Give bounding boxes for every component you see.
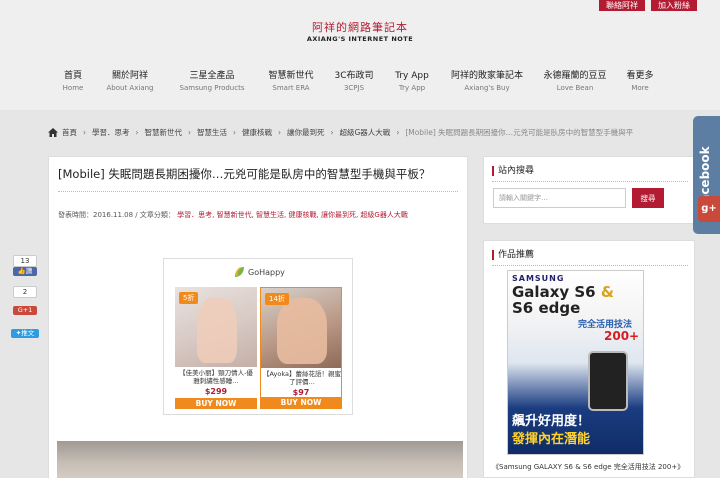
- breadcrumb-item[interactable]: 學習．思考: [92, 127, 130, 138]
- breadcrumb-separator: ›: [83, 127, 86, 137]
- article-hero-image: [57, 441, 463, 478]
- search-input[interactable]: [493, 188, 626, 208]
- breadcrumb-item[interactable]: 健康核戰: [242, 127, 272, 138]
- leaf-icon: [235, 267, 244, 277]
- article-date: 發表時間：2016.11.08 /: [58, 211, 138, 219]
- buy-now-button[interactable]: BUY NOW: [261, 397, 341, 408]
- article-categories[interactable]: 學習．思考, 智慧新世代, 智慧生活, 健康核戰, 讓你最到死, 超級G器人大戰: [177, 211, 408, 219]
- fb-like-count: 13: [13, 255, 37, 267]
- nav-item-home[interactable]: 首頁 Home: [63, 70, 84, 94]
- site-logo-subtitle: AXIANG'S INTERNET NOTE: [306, 35, 414, 43]
- ad-product-caption: 【佳美小丽】頸刀情人-優雅刺繡性感睡…: [179, 369, 253, 385]
- article-title[interactable]: [Mobile] 失眠問題長期困擾你…元兇可能是臥房中的智慧型手機與平板？: [58, 166, 460, 182]
- site-logo-title[interactable]: 阿祥的網路筆記本: [0, 19, 720, 35]
- article-meta: 發表時間：2016.11.08 / 文章分類： 學習．思考, 智慧新世代, 智慧…: [58, 207, 460, 223]
- breadcrumb-item[interactable]: 智慧新世代: [145, 127, 183, 138]
- breadcrumb-item[interactable]: 讓你最到死: [287, 127, 325, 138]
- breadcrumb-separator: ›: [188, 127, 191, 137]
- breadcrumb-home[interactable]: 首頁: [62, 127, 77, 138]
- nav-item-smart-era[interactable]: 智慧新世代 Smart ERA: [268, 70, 313, 94]
- ad-product-card[interactable]: 5折 【佳美小丽】頸刀情人-優雅刺繡性感睡… $299 BUY NOW: [175, 287, 257, 409]
- ad-banner[interactable]: GoHappy 5折 【佳美小丽】頸刀情人-優雅刺繡性感睡… $299 BUY …: [163, 258, 353, 415]
- book-widget: 作品推薦 SAMSUNG Galaxy S6 & S6 edge 完全活用技法 …: [483, 240, 695, 478]
- book-brand: SAMSUNG: [512, 274, 565, 283]
- search-widget-title: 站內搜尋: [492, 166, 534, 176]
- ad-product-price: $299: [204, 387, 228, 396]
- gplus-button[interactable]: G+1: [13, 306, 37, 315]
- book-caption[interactable]: 《Samsung GALAXY S6 & S6 edge 完全活用技法 200+…: [492, 462, 688, 472]
- discount-badge: 14折: [265, 293, 289, 305]
- buy-now-button[interactable]: BUY NOW: [175, 398, 257, 409]
- article-card: [Mobile] 失眠問題長期困擾你…元兇可能是臥房中的智慧型手機與平板？ 發表…: [48, 156, 468, 478]
- nav-item-3cpjs[interactable]: 3C布政司 3CPJS: [334, 70, 373, 94]
- gplus-count: 2: [13, 286, 37, 298]
- book-count: 200+: [604, 329, 640, 343]
- book-widget-title: 作品推薦: [492, 250, 534, 260]
- breadcrumb-separator: ›: [278, 127, 281, 137]
- breadcrumb-separator: ›: [330, 127, 334, 137]
- phone-illustration: [588, 351, 628, 411]
- breadcrumb-item[interactable]: 智慧生活: [197, 127, 227, 138]
- book-title: Galaxy S6 & S6 edge: [512, 283, 614, 317]
- widget-divider: [492, 265, 688, 266]
- tweet-button[interactable]: ✦推文: [11, 329, 39, 338]
- contact-button[interactable]: 聯絡阿祥: [599, 0, 645, 11]
- ad-product-price: $97: [292, 388, 310, 397]
- join-fans-button[interactable]: 加入粉絲: [651, 0, 697, 11]
- breadcrumb-separator: ›: [396, 127, 400, 137]
- nav-item-more[interactable]: 看更多 More: [626, 70, 653, 94]
- discount-badge: 5折: [179, 292, 199, 304]
- nav-item-samsung[interactable]: 三星全產品 Samsung Products: [180, 70, 245, 94]
- ad-product-caption: 【Ayoka】蕾絲花語！親蜜了評價…: [263, 370, 341, 386]
- thumbs-up-icon: 👍: [17, 267, 26, 275]
- ad-product-card[interactable]: 14折 【Ayoka】蕾絲花語！親蜜了評價… $97 BUY NOW: [260, 287, 342, 409]
- search-button[interactable]: 搜尋: [632, 188, 664, 208]
- gplus-float-tab[interactable]: g+: [698, 196, 720, 222]
- fb-like-button[interactable]: 👍讚: [13, 267, 37, 276]
- nav-item-about[interactable]: 關於阿祥 About Axiang: [107, 70, 154, 94]
- breadcrumb-separator: ›: [135, 127, 139, 137]
- title-divider: [58, 191, 458, 192]
- nav-item-love-bean[interactable]: 永德羅蘭的豆豆 Love Bean: [543, 70, 606, 94]
- nav-item-axiang-buy[interactable]: 阿祥的敗家筆記本 Axiang's Buy: [451, 70, 523, 94]
- breadcrumb-current: [Mobile] 失眠問題長期困擾你…元兇可能是臥房中的智慧型手機與平: [405, 127, 634, 137]
- breadcrumb-item[interactable]: 超級G器人大戰: [340, 127, 391, 138]
- ad-brand-logo: GoHappy: [234, 266, 285, 278]
- breadcrumb: 首頁 › 學習．思考 › 智慧新世代 › 智慧生活 › 健康核戰 › 讓你最到死…: [48, 125, 673, 139]
- book-slogan: 飆升好用度！: [512, 414, 591, 429]
- book-cover[interactable]: SAMSUNG Galaxy S6 & S6 edge 完全活用技法 200+ …: [507, 270, 644, 455]
- main-nav: 首頁 Home 關於阿祥 About Axiang 三星全產品 Samsung …: [0, 70, 720, 96]
- nav-item-try-app[interactable]: Try App Try App: [395, 70, 429, 94]
- search-widget: 站內搜尋 搜尋: [483, 156, 695, 224]
- widget-divider: [492, 181, 688, 182]
- site-header: 聯絡阿祥 加入粉絲 阿祥的網路筆記本 AXIANG'S INTERNET NOT…: [0, 0, 720, 110]
- top-buttons: 聯絡阿祥 加入粉絲: [599, 0, 697, 11]
- article-category-label: 文章分類：: [139, 211, 175, 219]
- book-slogan: 發揮內在潛能: [512, 432, 591, 447]
- breadcrumb-separator: ›: [233, 127, 236, 137]
- home-icon: [48, 127, 58, 137]
